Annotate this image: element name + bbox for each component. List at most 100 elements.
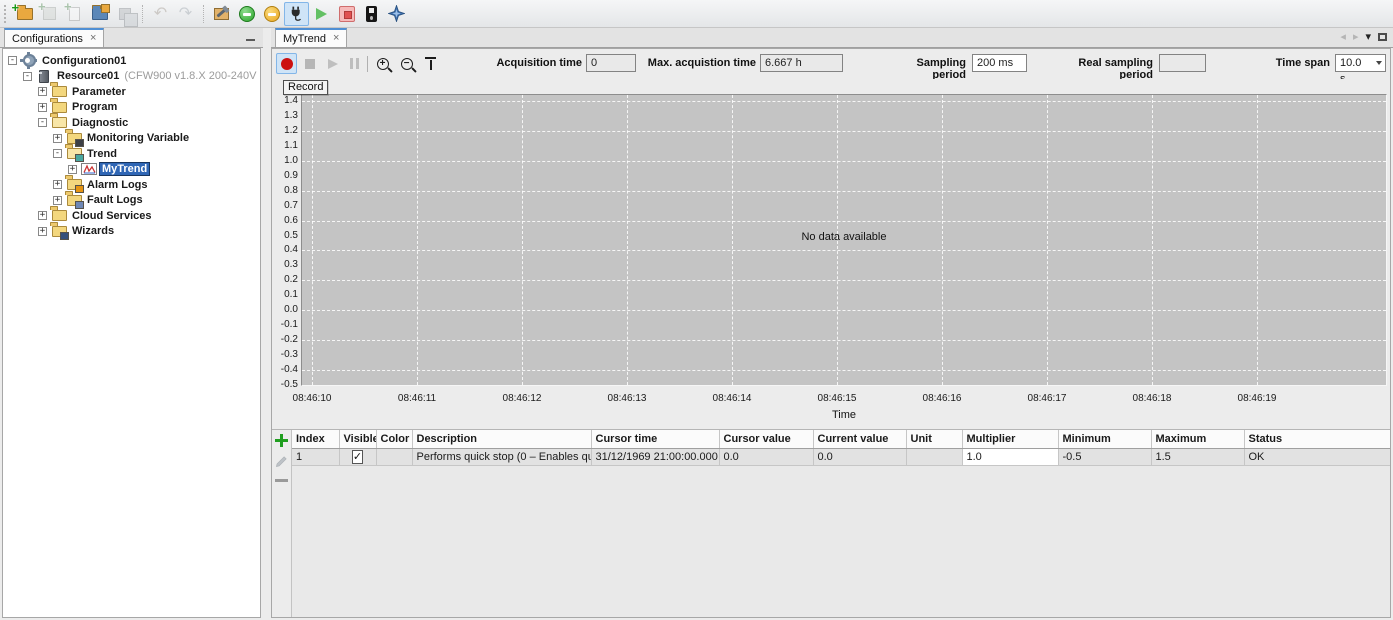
tree-item-label: Trend bbox=[85, 148, 119, 160]
time-span-select[interactable]: 10.0 s bbox=[1335, 54, 1386, 72]
col-visible[interactable]: Visible bbox=[339, 430, 376, 448]
tree-toggle[interactable]: + bbox=[38, 103, 47, 112]
tree-toggle[interactable]: + bbox=[38, 227, 47, 236]
zoom-out-button[interactable]: − bbox=[396, 53, 417, 74]
tree-toggle[interactable]: + bbox=[38, 87, 47, 96]
tree-toggle[interactable]: - bbox=[38, 118, 47, 127]
tree-item-alarm-logs[interactable]: + Alarm Logs bbox=[3, 177, 260, 193]
x-tick-label: 08:46:12 bbox=[490, 393, 554, 404]
panel-splitter[interactable] bbox=[263, 48, 271, 620]
tab-configurations[interactable]: Configurations bbox=[4, 28, 104, 47]
scroll-tabs-right-icon[interactable] bbox=[1353, 30, 1359, 43]
fit-vertical-button[interactable] bbox=[420, 53, 441, 74]
vertical-gridline bbox=[942, 95, 943, 385]
tree-toggle[interactable]: - bbox=[53, 149, 62, 158]
tree-item-cloud-services[interactable]: + Cloud Services bbox=[3, 208, 260, 224]
toolbar-drag-handle[interactable] bbox=[4, 5, 8, 23]
download-button[interactable] bbox=[234, 2, 259, 26]
tree-toggle[interactable]: - bbox=[23, 72, 32, 81]
sampling-period-input[interactable]: 200 ms bbox=[972, 54, 1027, 72]
vertical-gridline bbox=[1047, 95, 1048, 385]
tab-mytrend[interactable]: MyTrend bbox=[275, 28, 347, 47]
record-button[interactable] bbox=[276, 53, 297, 74]
col-index[interactable]: Index bbox=[292, 430, 339, 448]
build-button[interactable] bbox=[209, 2, 234, 26]
folder-icon bbox=[52, 210, 67, 221]
trend-panel: MyTrend + − Acquisition time 0 Max. acqu… bbox=[271, 28, 1393, 620]
tree-toggle[interactable]: - bbox=[8, 56, 17, 65]
zoom-in-button[interactable]: + bbox=[372, 53, 393, 74]
tree-toggle[interactable]: + bbox=[53, 180, 62, 189]
alarm-logs-folder-icon bbox=[67, 179, 82, 190]
scroll-tabs-left-icon[interactable] bbox=[1340, 30, 1346, 43]
tab-list-dropdown-icon[interactable] bbox=[1365, 30, 1371, 43]
cell-unit bbox=[906, 448, 962, 465]
tree-toggle[interactable]: + bbox=[53, 134, 62, 143]
new-resource-icon: + bbox=[43, 7, 56, 20]
col-multiplier[interactable]: Multiplier bbox=[962, 430, 1058, 448]
horizontal-gridline bbox=[302, 221, 1386, 222]
tree-item-label: Cloud Services bbox=[70, 210, 153, 222]
time-span-label: Time span bbox=[1237, 57, 1330, 69]
col-color[interactable]: Color bbox=[376, 430, 412, 448]
tree-toggle[interactable]: + bbox=[53, 196, 62, 205]
fit-vertical-icon bbox=[425, 57, 436, 70]
max-acquisition-time-label: Max. acquistion time bbox=[636, 57, 756, 69]
col-description[interactable]: Description bbox=[412, 430, 591, 448]
close-icon[interactable] bbox=[90, 33, 96, 44]
edit-variable-icon bbox=[275, 455, 288, 471]
table-button-strip bbox=[272, 430, 292, 617]
col-status[interactable]: Status bbox=[1244, 430, 1390, 448]
stop-button[interactable] bbox=[334, 2, 359, 26]
col-unit[interactable]: Unit bbox=[906, 430, 962, 448]
tree-item-program[interactable]: + Program bbox=[3, 100, 260, 116]
variables-table-wrap: Index Visible Color Description Cursor t… bbox=[292, 430, 1390, 617]
col-maximum[interactable]: Maximum bbox=[1151, 430, 1244, 448]
visible-checkbox[interactable] bbox=[352, 450, 363, 464]
upload-button[interactable] bbox=[259, 2, 284, 26]
vertical-gridline bbox=[417, 95, 418, 385]
vertical-gridline bbox=[1152, 95, 1153, 385]
tree-item-resource01[interactable]: - Resource01 (CFW900 v1.8.X 200-240V 3.0… bbox=[3, 69, 260, 85]
col-cursor-value[interactable]: Cursor value bbox=[719, 430, 813, 448]
connect-button[interactable] bbox=[284, 2, 309, 26]
col-cursor-time[interactable]: Cursor time bbox=[591, 430, 719, 448]
new-project-icon: + bbox=[17, 8, 33, 20]
max-acquisition-time-field[interactable]: 6.667 h bbox=[760, 54, 843, 72]
cell-multiplier[interactable]: 1.0 bbox=[962, 448, 1058, 465]
tree-item-parameter[interactable]: + Parameter bbox=[3, 84, 260, 100]
online-navigation-button[interactable] bbox=[384, 2, 409, 26]
toolbar-separator bbox=[203, 5, 204, 23]
add-variable-icon[interactable] bbox=[275, 434, 288, 447]
cell-color[interactable] bbox=[376, 448, 412, 465]
new-project-button[interactable]: + bbox=[12, 2, 37, 26]
x-tick-label: 08:46:15 bbox=[805, 393, 869, 404]
table-row[interactable]: 1 Performs quick stop (0 – Enables quic.… bbox=[292, 448, 1390, 465]
tree-item-diagnostic[interactable]: - Diagnostic bbox=[3, 115, 260, 131]
minimize-panel-icon[interactable] bbox=[246, 39, 255, 41]
y-tick-label: 0.1 bbox=[272, 289, 298, 300]
tree-item-label-selected: MyTrend bbox=[100, 163, 149, 175]
sampling-period-label: Sampling period bbox=[882, 57, 966, 81]
tree-toggle[interactable]: + bbox=[68, 165, 77, 174]
run-icon bbox=[316, 8, 327, 20]
col-current-value[interactable]: Current value bbox=[813, 430, 906, 448]
trend-chart-icon bbox=[81, 163, 97, 175]
col-minimum[interactable]: Minimum bbox=[1058, 430, 1151, 448]
fault-logs-folder-icon bbox=[67, 195, 82, 206]
tree-toggle[interactable]: + bbox=[38, 211, 47, 220]
tree-item-monitoring-variable[interactable]: + Monitoring Variable bbox=[3, 131, 260, 147]
tree-item-fault-logs[interactable]: + Fault Logs bbox=[3, 193, 260, 209]
maximize-panel-icon[interactable] bbox=[1378, 33, 1387, 41]
close-icon[interactable] bbox=[333, 33, 339, 44]
power-switch-button[interactable] bbox=[359, 2, 384, 26]
open-project-button[interactable] bbox=[87, 2, 112, 26]
tree-item-mytrend[interactable]: + MyTrend bbox=[3, 162, 260, 178]
tree-item-configuration01[interactable]: - Configuration01 bbox=[3, 53, 260, 69]
acquisition-time-field[interactable]: 0 bbox=[586, 54, 636, 72]
run-button[interactable] bbox=[309, 2, 334, 26]
tree-item-wizards[interactable]: + Wizards bbox=[3, 224, 260, 240]
tree-item-trend[interactable]: - Trend bbox=[3, 146, 260, 162]
x-tick-label: 08:46:11 bbox=[385, 393, 449, 404]
cell-status: OK bbox=[1244, 448, 1390, 465]
